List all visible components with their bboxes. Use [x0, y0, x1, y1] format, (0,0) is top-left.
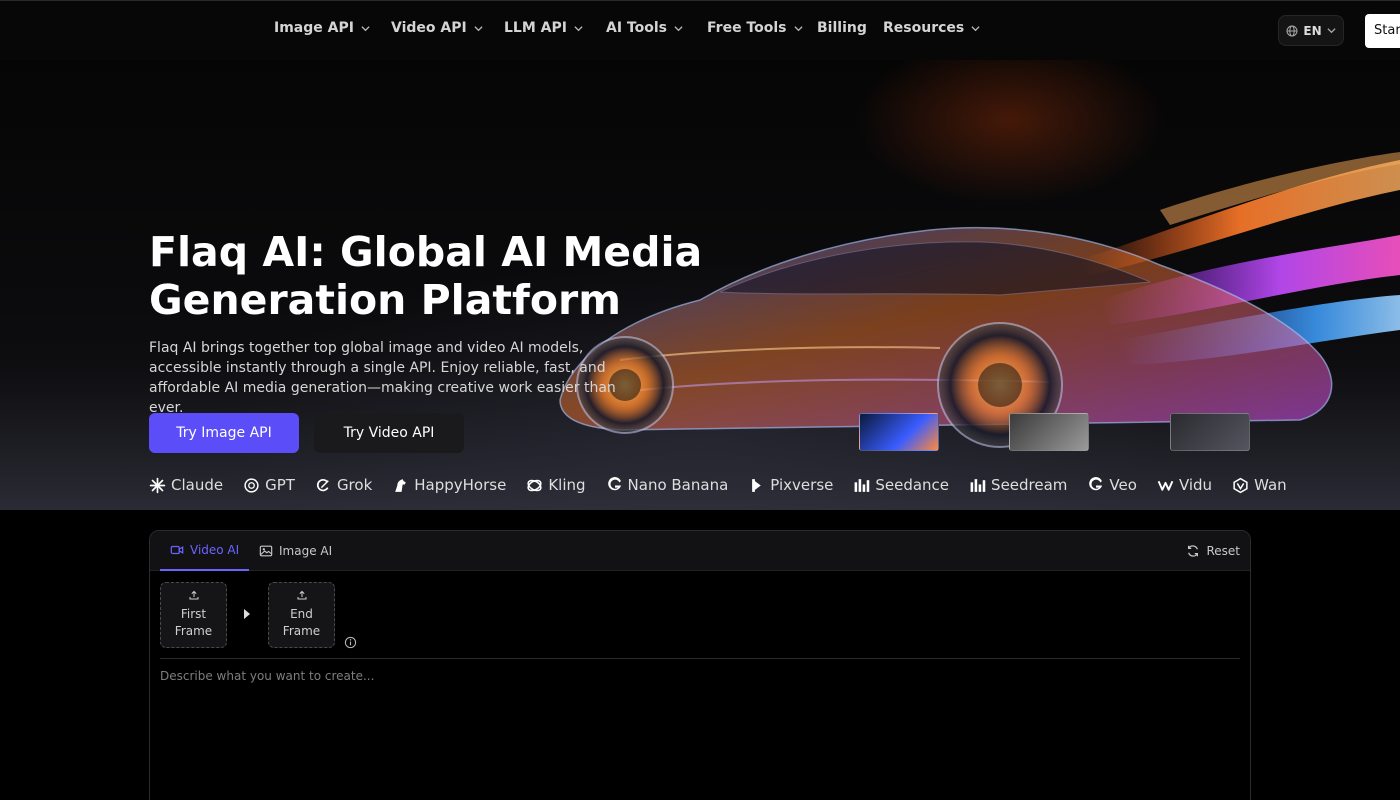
model-happyhorse[interactable]: HappyHorse [392, 476, 506, 494]
kling-icon [527, 479, 542, 491]
first-frame-upload[interactable]: First Frame [160, 582, 227, 648]
model-name: HappyHorse [414, 476, 507, 494]
pixverse-icon [752, 478, 762, 492]
hero-title: Flaq AI: Global AI Media Generation Plat… [149, 228, 703, 324]
model-list: Claude GPT Grok HappyHorse Kling Nano Ba… [149, 474, 1307, 496]
nav-item-resources[interactable]: Resources [883, 20, 980, 36]
upload-icon [189, 590, 198, 600]
nav-item-free-tools[interactable]: Free Tools [707, 20, 803, 36]
nav-item-label: Video API [391, 20, 467, 36]
nav-item-label: Resources [883, 20, 965, 36]
workspace-header: Video AI Image AI Reset [150, 531, 1250, 571]
google-icon [607, 476, 621, 490]
nav-item-label: AI Tools [606, 20, 667, 36]
hero-description: Flaq AI brings together top global image… [149, 340, 616, 416]
grok-icon [316, 478, 329, 491]
preview-thumbnail[interactable] [1009, 413, 1089, 451]
model-gpt[interactable]: GPT [243, 476, 295, 494]
nav-item-label: Billing [817, 20, 867, 36]
chevron-down-icon [971, 25, 980, 31]
nav-item-video-api[interactable]: Video API [391, 20, 483, 36]
chevron-down-icon [474, 25, 483, 31]
language-label: EN [1303, 23, 1322, 38]
model-name: Wan [1254, 476, 1287, 494]
reset-button[interactable]: Reset [1186, 531, 1240, 571]
try-image-api-button[interactable]: Try Image API [149, 413, 299, 453]
wan-icon [1233, 477, 1248, 493]
prompt-input[interactable] [160, 669, 1240, 799]
model-name: GPT [265, 476, 295, 494]
model-name: Kling [548, 476, 586, 494]
nav-item-ai-tools[interactable]: AI Tools [606, 20, 683, 36]
generation-workspace: Video AI Image AI Reset First Frame End … [149, 530, 1251, 800]
model-name: Nano Banana [627, 476, 729, 494]
end-frame-label: End Frame [282, 607, 321, 638]
nav-item-image-api[interactable]: Image API [274, 20, 370, 36]
nav-item-label: LLM API [504, 20, 567, 36]
model-veo[interactable]: Veo [1087, 476, 1137, 494]
bars-icon [970, 478, 986, 492]
tab-label: Image AI [279, 544, 333, 558]
video-camera-icon [170, 545, 184, 555]
model-name: Vidu [1178, 476, 1213, 494]
try-video-api-button[interactable]: Try Video API [314, 413, 464, 453]
first-frame-label: First Frame [174, 607, 213, 638]
model-name: Claude [171, 476, 224, 494]
model-seedance[interactable]: Seedance [853, 476, 949, 494]
google-icon [1089, 476, 1103, 490]
chevron-down-icon [361, 25, 370, 31]
model-name: Grok [336, 476, 373, 494]
model-grok[interactable]: Grok [315, 476, 372, 494]
nav-item-llm-api[interactable]: LLM API [504, 20, 583, 36]
horse-icon [395, 478, 407, 492]
nav-item-label: Free Tools [707, 20, 787, 36]
refresh-icon [1188, 545, 1199, 557]
model-name: Veo [1109, 476, 1137, 494]
chevron-down-icon [574, 25, 583, 31]
claude-icon [149, 477, 166, 493]
tab-label: Video AI [190, 543, 240, 557]
info-icon[interactable] [344, 636, 357, 649]
model-name: Seedance [875, 476, 950, 494]
model-claude[interactable]: Claude [149, 476, 223, 494]
model-name: Pixverse [770, 476, 834, 494]
chevron-down-icon [1327, 28, 1336, 34]
hero-section: Flaq AI: Global AI Media Generation Plat… [0, 60, 1400, 510]
model-name: Seedream [991, 476, 1068, 494]
end-frame-upload[interactable]: End Frame [268, 582, 335, 648]
reset-label: Reset [1206, 544, 1240, 558]
model-wan[interactable]: Wan [1232, 476, 1287, 494]
tab-video-ai[interactable]: Video AI [160, 531, 250, 571]
openai-icon [244, 477, 259, 493]
top-navigation: Image API Video API LLM API AI Tools Fre… [0, 0, 1400, 60]
upload-icon [297, 590, 306, 600]
preview-thumbnail[interactable] [859, 413, 939, 451]
globe-icon [1286, 25, 1298, 36]
model-pixverse[interactable]: Pixverse [748, 476, 833, 494]
model-kling[interactable]: Kling [526, 476, 586, 494]
nav-item-billing[interactable]: Billing [817, 20, 867, 36]
divider [160, 658, 1240, 659]
model-nano-banana[interactable]: Nano Banana [606, 476, 729, 494]
chevron-down-icon [793, 25, 803, 31]
nav-item-label: Image API [274, 20, 354, 36]
model-seedream[interactable]: Seedream [969, 476, 1067, 494]
play-arrow-icon [244, 609, 250, 619]
preview-thumbnail[interactable] [1170, 413, 1250, 451]
chevron-down-icon [674, 25, 683, 31]
tab-image-ai[interactable]: Image AI [249, 531, 342, 571]
model-vidu[interactable]: Vidu [1157, 476, 1212, 494]
start-button[interactable]: Star [1365, 14, 1400, 48]
bars-icon [854, 478, 870, 492]
image-icon [259, 545, 273, 557]
language-selector[interactable]: EN [1278, 15, 1344, 46]
vidu-icon [1157, 480, 1174, 491]
